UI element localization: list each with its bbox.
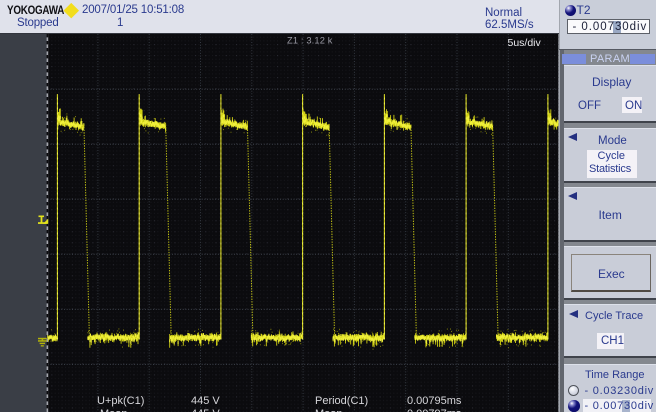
svg-text:U+pk(C1): U+pk(C1) [97, 395, 144, 407]
svg-text:Period(C1): Period(C1) [315, 395, 368, 407]
svg-text:0.00797ms: 0.00797ms [407, 408, 462, 412]
svg-text:Mean: Mean [315, 408, 343, 412]
svg-text:0.00795ms: 0.00795ms [407, 395, 462, 407]
svg-text:Z1 : 3.12 k: Z1 : 3.12 k [287, 36, 333, 46]
svg-text:445 V: 445 V [191, 408, 220, 412]
svg-text:5us/div: 5us/div [508, 37, 542, 49]
svg-text:445 V: 445 V [191, 395, 220, 407]
svg-text:Mean: Mean [100, 408, 128, 412]
